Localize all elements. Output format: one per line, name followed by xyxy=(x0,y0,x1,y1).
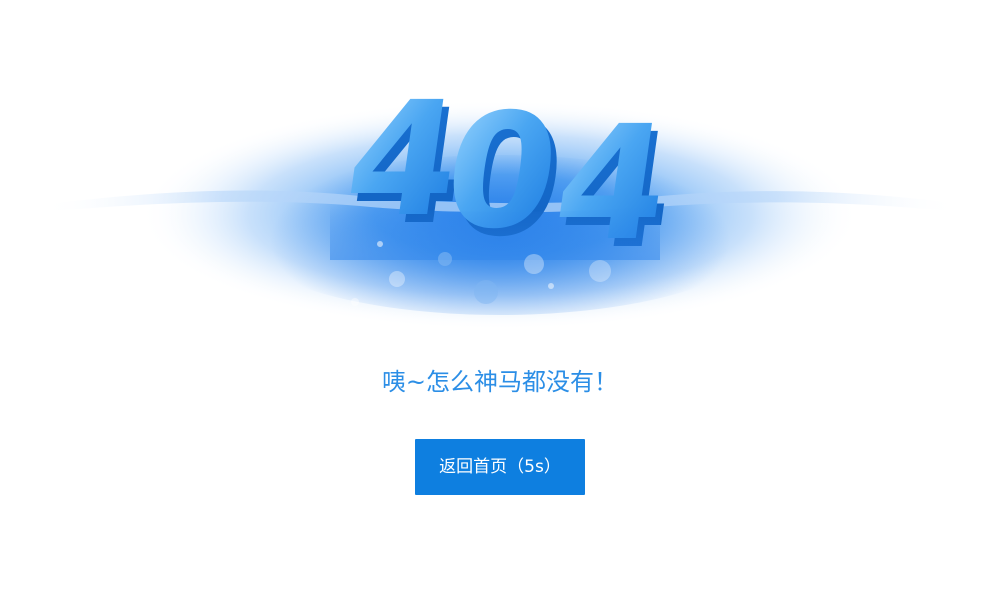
404-water-illustration: 4 0 4 4 0 4 xyxy=(30,69,970,335)
error-page: 4 0 4 4 0 4 咦~怎么神马都没有！ 返回首页（5s） xyxy=(0,0,1000,600)
error-message: 咦~怎么神马都没有！ xyxy=(381,368,619,396)
return-home-button[interactable]: 返回首页（5s） xyxy=(415,439,585,495)
